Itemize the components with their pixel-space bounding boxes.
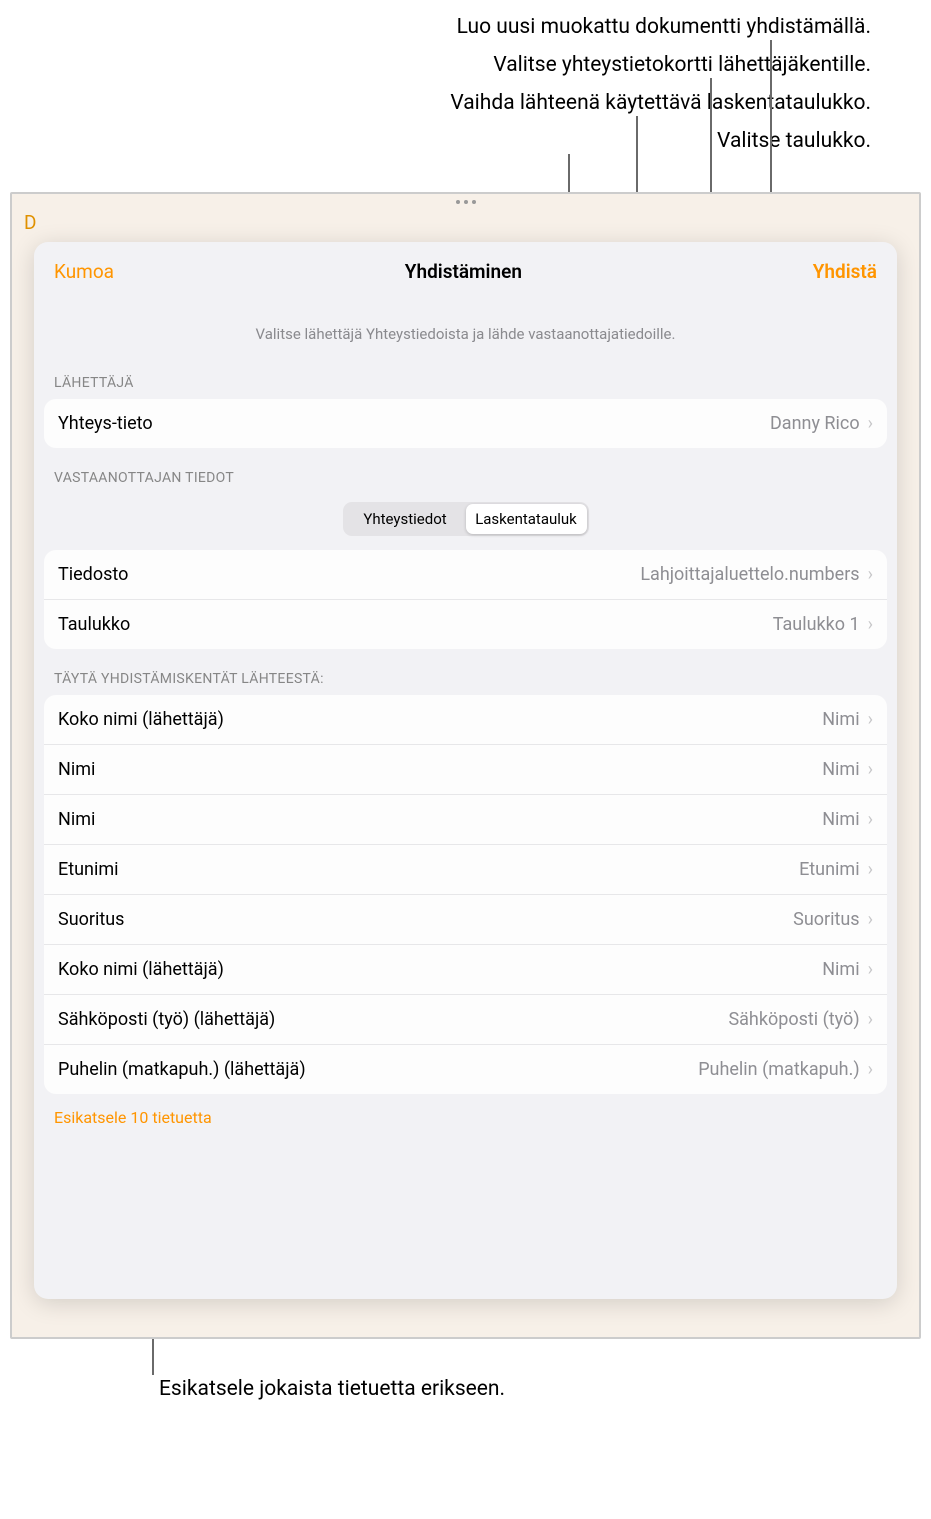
cancel-button[interactable]: Kumoa: [54, 260, 114, 283]
table-value: Taulukko 1: [773, 614, 860, 635]
chevron-right-icon: ›: [868, 1059, 873, 1080]
mail-merge-modal: Kumoa Yhdistäminen Yhdistä Valitse lähet…: [34, 242, 897, 1299]
callout-change-spreadsheet: Vaihda lähteenä käytettävä laskentataulu…: [450, 91, 871, 115]
field-label: Nimi: [58, 759, 822, 780]
sender-section-label: LÄHETTÄJÄ: [34, 353, 897, 399]
callout-merge: Luo uusi muokattu dokumentti yhdistämäll…: [457, 15, 871, 39]
field-value: Nimi: [822, 759, 859, 780]
chevron-right-icon: ›: [868, 959, 873, 980]
field-row[interactable]: NimiNimi ›: [44, 745, 887, 795]
table-row[interactable]: Taulukko Taulukko 1 ›: [44, 600, 887, 649]
chevron-right-icon: ›: [868, 1009, 873, 1030]
field-row[interactable]: Koko nimi (lähettäjä)Nimi ›: [44, 945, 887, 995]
file-value: Lahjoittajaluettelo.numbers: [640, 564, 859, 585]
segment-spreadsheet[interactable]: Laskentatauluk: [466, 504, 587, 534]
field-label: Koko nimi (lähettäjä): [58, 959, 822, 980]
field-row[interactable]: EtunimiEtunimi ›: [44, 845, 887, 895]
field-row[interactable]: Puhelin (matkapuh.) (lähettäjä)Puhelin (…: [44, 1045, 887, 1094]
file-label: Tiedosto: [58, 564, 640, 585]
field-row[interactable]: SuoritusSuoritus ›: [44, 895, 887, 945]
chevron-right-icon: ›: [868, 413, 873, 434]
field-value: Sähköposti (työ): [728, 1009, 859, 1030]
chevron-right-icon: ›: [868, 909, 873, 930]
field-value: Suoritus: [793, 909, 859, 930]
fields-group: Koko nimi (lähettäjä)Nimi›NimiNimi›NimiN…: [44, 695, 887, 1094]
field-row[interactable]: Koko nimi (lähettäjä)Nimi ›: [44, 695, 887, 745]
field-value: Puhelin (matkapuh.): [698, 1059, 859, 1080]
sender-contact-value: Danny Rico: [770, 413, 860, 434]
field-label: Suoritus: [58, 909, 793, 930]
chevron-right-icon: ›: [868, 709, 873, 730]
callout-sender-contact: Valitse yhteystietokortti lähettäjäkenti…: [493, 53, 871, 77]
field-label: Etunimi: [58, 859, 799, 880]
field-value: Etunimi: [799, 859, 860, 880]
field-label: Nimi: [58, 809, 822, 830]
modal-header: Kumoa Yhdistäminen Yhdistä: [34, 242, 897, 295]
field-value: Nimi: [822, 959, 859, 980]
field-label: Sähköposti (työ) (lähettäjä): [58, 1009, 728, 1030]
fields-section-label: TÄYTÄ YHDISTÄMISKENTÄT LÄHTEESTÄ:: [34, 649, 897, 695]
preview-records-link[interactable]: Esikatsele 10 tietuetta: [34, 1094, 232, 1141]
table-label: Taulukko: [58, 614, 773, 635]
toolbar-documents: D: [24, 211, 36, 234]
callout-select-table: Valitse taulukko.: [717, 129, 871, 153]
file-row[interactable]: Tiedosto Lahjoittajaluettelo.numbers ›: [44, 550, 887, 600]
segment-contacts[interactable]: Yhteystiedot: [345, 504, 466, 534]
chevron-right-icon: ›: [868, 614, 873, 635]
sender-contact-label: Yhteys-tieto: [58, 413, 770, 434]
field-value: Nimi: [822, 709, 859, 730]
merge-button[interactable]: Yhdistä: [813, 260, 877, 283]
chevron-right-icon: ›: [868, 759, 873, 780]
sender-group: Yhteys-tieto Danny Rico ›: [44, 399, 887, 448]
recipient-source-segmented: Yhteystiedot Laskentatauluk: [343, 502, 589, 536]
sender-contact-row[interactable]: Yhteys-tieto Danny Rico ›: [44, 399, 887, 448]
chevron-right-icon: ›: [868, 859, 873, 880]
chevron-right-icon: ›: [868, 564, 873, 585]
chevron-right-icon: ›: [868, 809, 873, 830]
field-row[interactable]: NimiNimi ›: [44, 795, 887, 845]
source-group: Tiedosto Lahjoittajaluettelo.numbers › T…: [44, 550, 887, 649]
field-label: Koko nimi (lähettäjä): [58, 709, 822, 730]
recipient-section-label: VASTAANOTTAJAN TIEDOT: [34, 448, 897, 494]
modal-title: Yhdistäminen: [405, 260, 522, 283]
field-value: Nimi: [822, 809, 859, 830]
field-label: Puhelin (matkapuh.) (lähettäjä): [58, 1059, 698, 1080]
callout-preview: Esikatsele jokaista tietuetta erikseen.: [159, 1377, 505, 1401]
field-row[interactable]: Sähköposti (työ) (lähettäjä)Sähköposti (…: [44, 995, 887, 1045]
modal-subtitle: Valitse lähettäjä Yhteystiedoista ja läh…: [34, 295, 897, 353]
